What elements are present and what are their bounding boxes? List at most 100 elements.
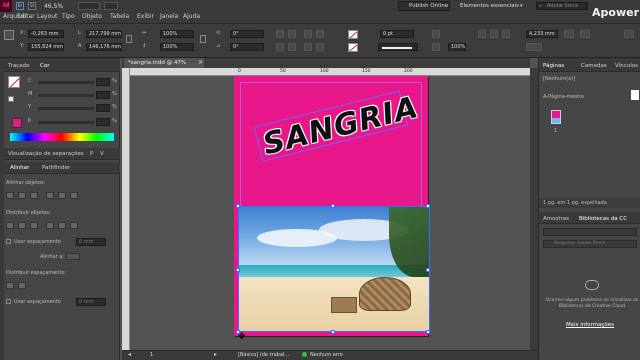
tab-separations[interactable]: Visualização de separações <box>8 151 84 157</box>
dist-bottom-icon[interactable] <box>30 222 38 229</box>
document-vscroll[interactable] <box>530 68 538 350</box>
tab-p[interactable]: P <box>90 151 93 157</box>
screen-mode-icon[interactable] <box>104 2 118 10</box>
search-input[interactable]: Adobe Stock <box>536 2 588 10</box>
align-top-icon[interactable] <box>46 192 54 199</box>
size-field[interactable]: 4,233 mm <box>526 30 558 38</box>
dist-hcenter-icon[interactable] <box>58 222 66 229</box>
selection-handle[interactable] <box>331 330 335 334</box>
scale-x-field[interactable]: 100% <box>160 30 194 38</box>
color-swatch-magenta[interactable] <box>12 118 22 128</box>
select-prev-button[interactable] <box>304 43 312 51</box>
tab-stroke[interactable]: Traçado <box>8 63 29 69</box>
selection-handle[interactable] <box>426 330 430 334</box>
dist-right-icon[interactable] <box>70 222 78 229</box>
use-spacing-checkbox[interactable] <box>6 239 11 244</box>
master-thumbnail[interactable] <box>631 90 639 100</box>
slider-c[interactable] <box>38 81 94 84</box>
close-tab-icon[interactable]: × <box>198 59 203 66</box>
rotate-field[interactable]: 0° <box>230 30 264 38</box>
align-hcenter-icon[interactable] <box>18 192 26 199</box>
constrain-proportions-icon[interactable] <box>126 35 132 43</box>
dist-space-v-icon[interactable] <box>6 282 14 289</box>
select-container-button[interactable] <box>304 30 312 38</box>
select-content-button[interactable] <box>316 30 324 38</box>
rotate-ccw-button[interactable] <box>288 30 296 38</box>
opacity-field[interactable]: 100% <box>448 43 466 51</box>
selection-handle[interactable] <box>331 204 335 208</box>
menu-item-tabela[interactable]: Tabela <box>110 13 129 20</box>
spacing-field-2[interactable]: 0 mm <box>76 298 106 306</box>
tab-pathfinder[interactable]: Pathfinder <box>42 165 70 171</box>
shear-field[interactable]: 0° <box>230 43 264 51</box>
workspace-chevron-icon[interactable]: ▾ <box>520 3 523 9</box>
selection-handle[interactable] <box>426 204 430 208</box>
library-dropdown[interactable] <box>543 228 637 236</box>
rotate-cw-button[interactable] <box>276 30 284 38</box>
dist-left-icon[interactable] <box>46 222 54 229</box>
stock-icon[interactable]: St <box>28 2 36 10</box>
zoom-level[interactable]: 46,5% <box>44 3 63 10</box>
reference-point-icon[interactable] <box>4 30 14 40</box>
shadow-button[interactable] <box>432 43 440 51</box>
frame-fit-button[interactable] <box>564 30 574 38</box>
stroke-weight-field[interactable]: 0 pt <box>380 30 414 38</box>
menu-item-exibir[interactable]: Exibir <box>137 13 154 20</box>
tab-color[interactable]: Cor <box>40 63 49 69</box>
workspace-switcher[interactable]: Elementos essenciais <box>460 3 519 9</box>
stroke-swatch[interactable] <box>348 43 358 52</box>
fill-swatch[interactable] <box>348 30 358 39</box>
document-tab[interactable]: *sangria.indd @ 47% <box>124 58 204 68</box>
view-options-icon[interactable] <box>78 2 100 10</box>
select-next-button[interactable] <box>316 43 324 51</box>
flip-v-button[interactable] <box>288 43 296 51</box>
text-wrap-box-button[interactable] <box>490 30 498 38</box>
h-field[interactable]: 146,176 mm <box>86 43 122 51</box>
color-spectrum-bar[interactable] <box>10 133 114 141</box>
fill-stroke-proxy[interactable] <box>8 76 20 88</box>
none-master-label[interactable]: [Nenhum(a)] <box>543 76 575 82</box>
menu-item-janela[interactable]: Janela <box>160 13 178 20</box>
field-y[interactable] <box>96 104 110 112</box>
text-wrap-shape-button[interactable] <box>502 30 510 38</box>
menu-item-layout[interactable]: Layout <box>37 13 57 20</box>
align-to-dropdown[interactable] <box>66 253 80 260</box>
fill-swatch-small[interactable] <box>8 96 14 102</box>
align-left-icon[interactable] <box>6 192 14 199</box>
align-bottom-icon[interactable] <box>70 192 78 199</box>
cc-more-info-link[interactable]: Mais informações <box>543 322 637 328</box>
preflight-status[interactable]: Nenhum erro <box>310 352 343 358</box>
tab-swatches[interactable]: Amostras <box>543 216 569 222</box>
tab-pages[interactable]: Páginas <box>543 63 564 69</box>
use-spacing-checkbox-2[interactable] <box>6 299 11 304</box>
menu-item-objeto[interactable]: Objeto <box>82 13 102 20</box>
publish-online-button[interactable]: Publish Online <box>398 1 450 11</box>
effects-button[interactable] <box>432 30 440 38</box>
page-number[interactable]: 1 <box>150 352 153 358</box>
tab-v[interactable]: V <box>100 151 104 157</box>
cc-search-input[interactable]: Pesquisar Adobe Stock <box>543 240 637 248</box>
w-field[interactable]: 217,799 mm <box>86 30 122 38</box>
master-page-label[interactable]: A-Página-mestre <box>543 94 584 100</box>
tab-cc-libraries[interactable]: Bibliotecas da CC <box>579 216 627 222</box>
menu-item-editar[interactable]: Editar <box>17 13 35 20</box>
flip-h-button[interactable] <box>276 43 284 51</box>
panel-menu-button[interactable] <box>624 30 634 38</box>
tab-align[interactable]: Alinhar <box>10 165 29 171</box>
bridge-icon[interactable]: Br <box>16 2 24 10</box>
quick-apply-button[interactable] <box>580 30 590 38</box>
field-m[interactable] <box>96 91 110 99</box>
align-vcenter-icon[interactable] <box>58 192 66 199</box>
field-c[interactable] <box>96 78 110 86</box>
menu-item-ajuda[interactable]: Ajuda <box>183 13 200 20</box>
slider-y[interactable] <box>38 107 94 110</box>
auto-fit-button[interactable] <box>526 43 542 51</box>
field-k[interactable] <box>96 118 110 126</box>
stroke-style-dropdown[interactable] <box>378 43 418 51</box>
slider-k[interactable] <box>38 121 94 124</box>
selection-handle[interactable] <box>236 268 240 272</box>
text-wrap-none-button[interactable] <box>478 30 486 38</box>
spacing-field[interactable]: 0 mm <box>76 238 106 246</box>
tab-links[interactable]: Vínculos <box>615 63 638 69</box>
dist-space-h-icon[interactable] <box>18 282 26 289</box>
